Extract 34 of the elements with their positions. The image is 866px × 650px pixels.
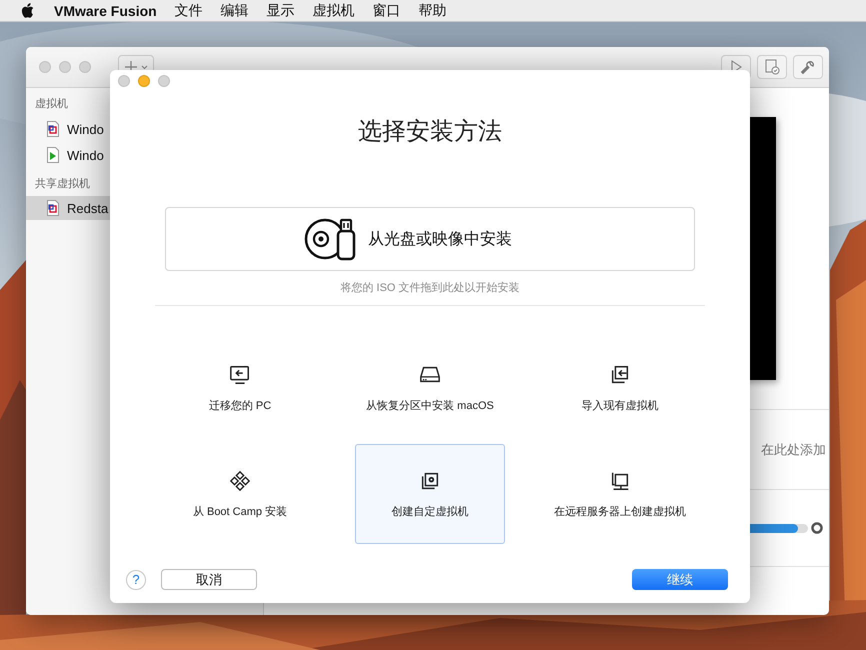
wrench-icon [800, 59, 816, 75]
dialog-title: 选择安装方法 [358, 117, 502, 147]
section-header: 共享虚拟机 [34, 176, 91, 192]
disc-usb-icon [304, 217, 358, 261]
menu-item[interactable]: 编辑 [220, 2, 249, 20]
close-button[interactable] [39, 61, 51, 73]
install-option[interactable]: 迁移您的 PC [165, 338, 315, 438]
install-option[interactable]: 在远程服务器上创建虚拟机 [545, 444, 695, 544]
close-button[interactable] [118, 75, 130, 87]
help-button[interactable]: ? [126, 570, 146, 590]
menu-item[interactable]: 文件 [174, 2, 203, 20]
section-header: 虚拟机 [34, 96, 69, 112]
notes-placeholder[interactable]: 在此处添加 [761, 440, 826, 458]
install-from-disc-button[interactable]: 从光盘或映像中安装 [165, 207, 695, 271]
install-option[interactable]: 导入现有虚拟机 [545, 338, 695, 438]
cancel-button[interactable]: 取消 [161, 569, 257, 590]
minimize-button[interactable] [59, 61, 71, 73]
menu-item[interactable]: 显示 [266, 2, 295, 20]
zoom-button[interactable] [158, 75, 170, 87]
snapshot-icon [764, 59, 780, 75]
drop-hint: 将您的 ISO 文件拖到此处以开始安装 [155, 280, 705, 306]
install-option[interactable]: 从恢复分区中安装 macOS [355, 338, 505, 438]
app-menu[interactable]: VMware Fusion [54, 2, 157, 18]
menu-item[interactable]: 窗口 [372, 2, 401, 20]
minimize-button[interactable] [138, 75, 150, 87]
apple-icon[interactable] [21, 3, 34, 18]
install-option[interactable]: 创建自定虚拟机 [355, 444, 505, 544]
zoom-button[interactable] [79, 61, 91, 73]
menu-item[interactable]: 帮助 [418, 2, 447, 20]
menu-item[interactable]: 虚拟机 [312, 2, 355, 20]
settings-button[interactable] [793, 55, 823, 79]
slider-end-icon [811, 522, 823, 534]
snapshot-button[interactable] [757, 55, 787, 79]
install-option[interactable]: 从 Boot Camp 安装 [165, 444, 315, 544]
